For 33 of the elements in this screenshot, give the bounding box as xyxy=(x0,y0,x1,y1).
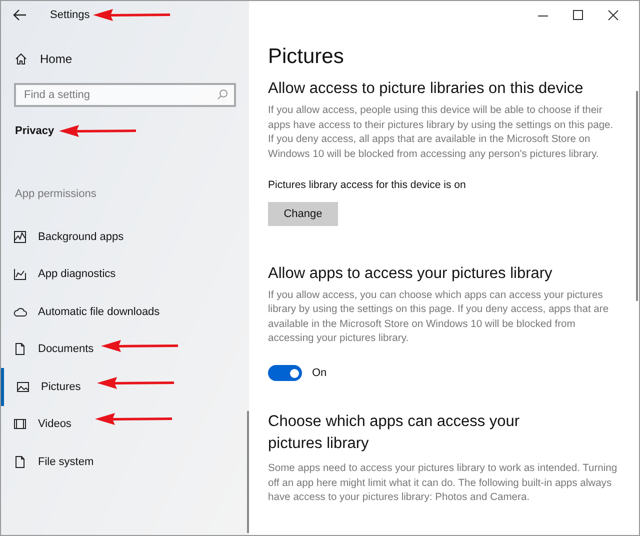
page-title: Pictures xyxy=(268,44,345,70)
nav-item[interactable]: App diagnostics xyxy=(1,256,249,293)
nav-item[interactable]: Videos xyxy=(1,406,249,443)
toggle-switch[interactable] xyxy=(268,365,302,381)
film-icon xyxy=(13,417,27,432)
chart-icon xyxy=(13,267,27,282)
toggle-label: On xyxy=(312,366,327,381)
chart-icon xyxy=(13,230,27,244)
category-heading: Privacy xyxy=(15,124,54,139)
close-icon[interactable] xyxy=(608,10,619,20)
section-heading: Allow apps to access your pictures library xyxy=(268,264,554,284)
back-arrow-icon[interactable] xyxy=(13,9,27,21)
nav-item[interactable]: Automatic file downloads xyxy=(1,293,249,330)
change-button[interactable]: Change xyxy=(268,202,338,226)
document-icon xyxy=(13,342,27,356)
section-heading: Allow access to picture libraries on this device xyxy=(268,79,584,99)
maximize-icon[interactable] xyxy=(573,10,584,20)
nav-item[interactable]: File system xyxy=(1,443,249,480)
section-label: App permissions xyxy=(14,186,98,202)
description-text: If you allow access, you can choose which apps can access your pictures library by using the settings on this page. If you deny access, apps that are available in the Microsoft Store on Windows 10 will be blocked from accessing your pictures library. xyxy=(268,288,610,346)
window-title: Settings xyxy=(50,8,90,23)
description-text: If you allow access, people using this device will be able to choose if their apps have access to their pictures library by using the settings on this page. If you deny access, all apps that are available in the Microsoft Store on Windows 10 will be blocked from accessing any person's pictures library. xyxy=(268,104,614,162)
home-link[interactable]: Home xyxy=(1,45,249,73)
status-text: Pictures library access for this device is on xyxy=(268,178,467,193)
home-icon xyxy=(15,53,27,65)
search-field[interactable]: Find a setting xyxy=(14,83,236,107)
nav-item[interactable]: Background apps xyxy=(1,218,249,256)
search-icon xyxy=(217,89,228,100)
picture-icon xyxy=(16,380,30,394)
section-heading: Choose which apps can access your pictures library xyxy=(268,412,521,454)
document-icon xyxy=(13,454,27,469)
description-text: Some apps need to access your pictures library to work as intended. Turning off an app here might limit what it can do. The following built-in apps always have access to your pictures library: Photos and Camera. xyxy=(268,462,618,506)
nav-item[interactable]: Documents xyxy=(1,330,249,368)
